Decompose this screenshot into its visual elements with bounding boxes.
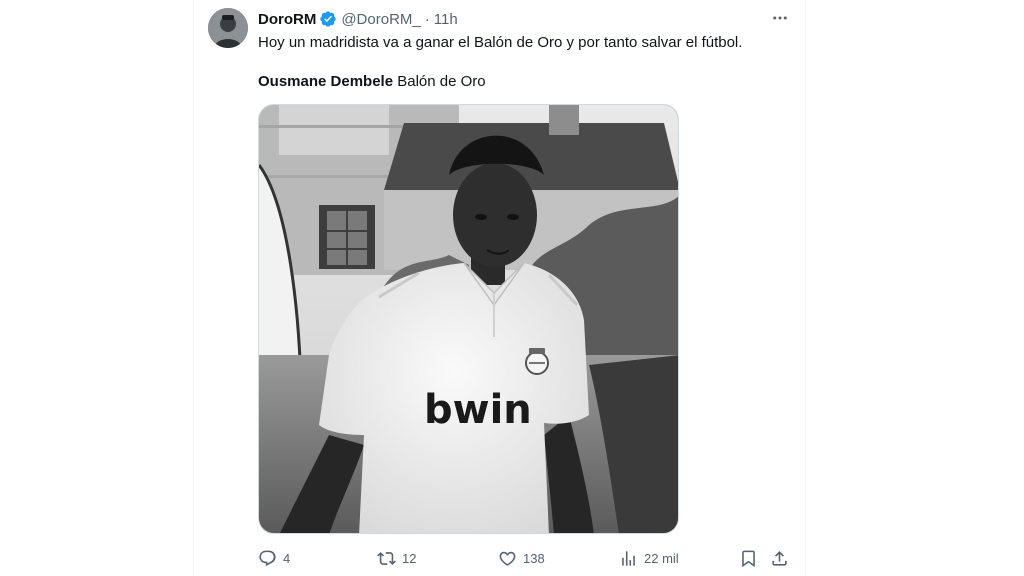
share-icon [772,550,787,566]
like-button[interactable]: 138 [498,545,545,571]
tweet-timestamp[interactable]: 11h [434,11,458,28]
page: DoroRM @DoroRM_ · 11h Hoy un madridista … [0,0,1024,576]
author-name[interactable]: DoroRM [258,11,316,28]
shirt-sponsor-text: bwin [424,387,532,433]
avatar[interactable] [208,8,248,48]
heart-icon [499,551,516,566]
tweet-text: Hoy un madridista va a ganar el Balón de… [258,34,743,51]
retweet-button[interactable]: 12 [377,545,416,571]
avatar-image [208,8,248,48]
author-handle[interactable]: @DoroRM_ [341,11,420,28]
more-options-button[interactable] [769,8,791,28]
bookmark-icon [742,550,755,567]
reply-icon [259,550,276,566]
bookmark-button[interactable] [739,545,758,571]
retweet-count: 12 [402,550,417,566]
reply-count: 4 [283,550,291,566]
retweet-icon [377,551,396,565]
photo-player-in-white-shirt: bwin [259,105,678,533]
separator-dot: · [424,10,430,28]
tweet-card[interactable]: DoroRM @DoroRM_ · 11h Hoy un madridista … [193,0,805,576]
caption-rest: Balón de Oro [397,73,486,90]
reply-button[interactable]: 4 [258,545,290,571]
tweet-photo[interactable]: bwin [258,104,679,534]
views-button[interactable]: 22 mil [619,545,679,571]
caption-name: Ousmane Dembele [258,73,394,90]
views-count: 22 mil [644,550,679,566]
verified-badge-icon [319,10,337,28]
like-count: 138 [523,550,545,566]
views-chart-icon [622,550,635,566]
tweet-actions: 4 12 138 22 mil [258,545,790,571]
tweet-header: DoroRM @DoroRM_ · 11h [258,9,458,29]
more-icon [773,16,787,20]
tweet-caption: Ousmane Dembele Balón de Oro [258,72,486,92]
share-button[interactable] [770,545,789,571]
timeline-right-border [805,0,806,576]
